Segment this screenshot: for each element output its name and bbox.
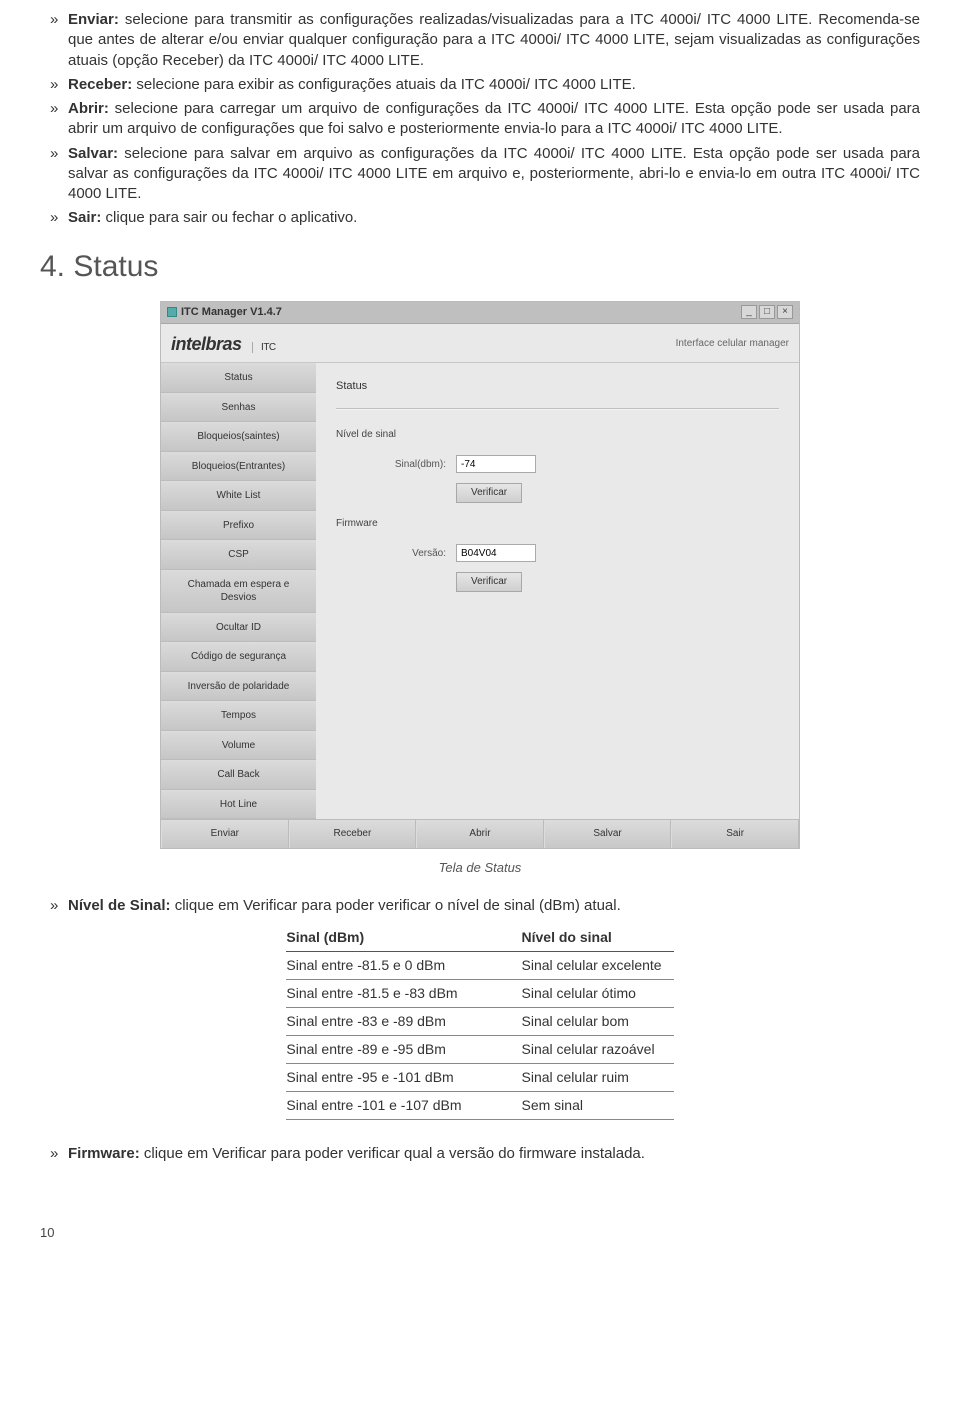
sidebar: Status Senhas Bloqueios(saintes) Bloquei… [161, 363, 316, 819]
list-item: Nível de Sinal: clique em Verificar para… [68, 896, 920, 916]
term: Nível de Sinal: [68, 897, 171, 914]
list-item: Enviar: selecione para transmitir as con… [68, 10, 920, 71]
window-controls: _ □ × [741, 305, 793, 319]
sidebar-item-ocultar-id[interactable]: Ocultar ID [161, 613, 316, 643]
term-text: clique para sair ou fechar o aplicativo. [101, 209, 357, 226]
sidebar-item-status[interactable]: Status [161, 363, 316, 393]
term-text: selecione para exibir as configurações a… [132, 76, 636, 93]
firmware-note: Firmware: clique em Verificar para poder… [68, 1144, 920, 1164]
sidebar-item-senhas[interactable]: Senhas [161, 393, 316, 423]
brand-logo-sub: ITC [252, 342, 276, 353]
cell: Sinal celular excelente [522, 952, 674, 980]
main-panel: Status Nível de sinal Sinal(dbm): Verifi… [316, 363, 799, 819]
app-body: Status Senhas Bloqueios(saintes) Bloquei… [161, 363, 799, 819]
sidebar-item-chamada-desvios[interactable]: Chamada em espera e Desvios [161, 570, 316, 613]
table-row: Sinal entre -83 e -89 dBmSinal celular b… [286, 1008, 673, 1036]
cell: Sinal celular ruim [522, 1063, 674, 1091]
sidebar-item-bloqueios-saintes[interactable]: Bloqueios(saintes) [161, 422, 316, 452]
footer-toolbar: Enviar Receber Abrir Salvar Sair [161, 819, 799, 848]
panel-title: Status [336, 379, 779, 394]
cell: Sinal entre -81.5 e 0 dBm [286, 952, 521, 980]
brand-logo: intelbras ITC [171, 332, 276, 356]
divider [336, 408, 779, 410]
input-sinal[interactable] [456, 455, 536, 473]
list-item: Firmware: clique em Verificar para poder… [68, 1144, 920, 1164]
foot-abrir[interactable]: Abrir [416, 820, 544, 848]
cell: Sem sinal [522, 1091, 674, 1119]
input-versao[interactable] [456, 544, 536, 562]
app-header: intelbras ITC Interface celular manager [161, 324, 799, 363]
table-row: Sinal entre -89 e -95 dBmSinal celular r… [286, 1036, 673, 1064]
page-number: 10 [40, 1224, 920, 1242]
sidebar-item-callback[interactable]: Call Back [161, 760, 316, 790]
app-icon [167, 307, 177, 317]
sidebar-item-tempos[interactable]: Tempos [161, 701, 316, 731]
verify-firmware-button[interactable]: Verificar [456, 572, 522, 592]
verify-sinal-button[interactable]: Verificar [456, 483, 522, 503]
term: Firmware: [68, 1145, 140, 1162]
window-title: ITC Manager V1.4.7 [167, 305, 282, 320]
definition-list: Enviar: selecione para transmitir as con… [68, 10, 920, 229]
cell: Sinal entre -89 e -95 dBm [286, 1036, 521, 1064]
row-versao: Versão: [376, 544, 779, 562]
app-window: ITC Manager V1.4.7 _ □ × intelbras ITC I… [160, 301, 800, 849]
table-row: Sinal entre -81.5 e 0 dBmSinal celular e… [286, 952, 673, 980]
foot-enviar[interactable]: Enviar [161, 820, 289, 848]
label-sinal: Sinal(dbm): [376, 458, 446, 472]
window-title-text: ITC Manager V1.4.7 [181, 305, 282, 320]
term-text: selecione para transmitir as configuraçõ… [68, 11, 920, 69]
label-versao: Versão: [376, 547, 446, 561]
foot-sair[interactable]: Sair [671, 820, 799, 848]
term-text: clique em Verificar para poder verificar… [171, 897, 621, 914]
brand-logo-text: intelbras [171, 334, 242, 354]
row-sinal: Sinal(dbm): [376, 455, 779, 473]
nivel-sinal-note: Nível de Sinal: clique em Verificar para… [68, 896, 920, 916]
foot-salvar[interactable]: Salvar [544, 820, 672, 848]
cell: Sinal entre -95 e -101 dBm [286, 1063, 521, 1091]
list-item: Sair: clique para sair ou fechar o aplic… [68, 208, 920, 228]
titlebar: ITC Manager V1.4.7 _ □ × [161, 302, 799, 324]
sidebar-item-inversao-polaridade[interactable]: Inversão de polaridade [161, 672, 316, 702]
term-text: clique em Verificar para poder verificar… [140, 1145, 645, 1162]
sidebar-item-volume[interactable]: Volume [161, 731, 316, 761]
sidebar-item-hotline[interactable]: Hot Line [161, 790, 316, 820]
foot-receber[interactable]: Receber [289, 820, 417, 848]
header-tagline: Interface celular manager [676, 337, 789, 351]
cell: Sinal entre -83 e -89 dBm [286, 1008, 521, 1036]
term-text: selecione para salvar em arquivo as conf… [68, 145, 920, 203]
minimize-icon[interactable]: _ [741, 305, 757, 319]
term: Salvar: [68, 145, 118, 162]
cell: Sinal celular ótimo [522, 980, 674, 1008]
list-item: Receber: selecione para exibir as config… [68, 75, 920, 95]
sidebar-item-codigo-seguranca[interactable]: Código de segurança [161, 642, 316, 672]
group-nivel-sinal: Nível de sinal [336, 428, 779, 442]
sidebar-item-prefixo[interactable]: Prefixo [161, 511, 316, 541]
signal-table: Sinal (dBm) Nível do sinal Sinal entre -… [286, 924, 673, 1119]
section-heading: 4. Status [40, 247, 920, 288]
cell: Sinal celular bom [522, 1008, 674, 1036]
close-icon[interactable]: × [777, 305, 793, 319]
list-item: Salvar: selecione para salvar em arquivo… [68, 144, 920, 205]
term: Abrir: [68, 100, 109, 117]
th-nivel: Nível do sinal [522, 924, 674, 951]
maximize-icon[interactable]: □ [759, 305, 775, 319]
cell: Sinal celular razoável [522, 1036, 674, 1064]
group-firmware: Firmware [336, 517, 779, 531]
term: Receber: [68, 76, 132, 93]
sidebar-item-csp[interactable]: CSP [161, 540, 316, 570]
sidebar-item-bloqueios-entrantes[interactable]: Bloqueios(Entrantes) [161, 452, 316, 482]
list-item: Abrir: selecione para carregar um arquiv… [68, 99, 920, 140]
table-row: Sinal entre -81.5 e -83 dBmSinal celular… [286, 980, 673, 1008]
term: Sair: [68, 209, 101, 226]
table-row: Sinal entre -101 e -107 dBmSem sinal [286, 1091, 673, 1119]
sidebar-item-whitelist[interactable]: White List [161, 481, 316, 511]
cell: Sinal entre -101 e -107 dBm [286, 1091, 521, 1119]
figure-caption: Tela de Status [40, 859, 920, 877]
term-text: selecione para carregar um arquivo de co… [68, 100, 920, 137]
cell: Sinal entre -81.5 e -83 dBm [286, 980, 521, 1008]
table-header-row: Sinal (dBm) Nível do sinal [286, 924, 673, 951]
term: Enviar: [68, 11, 119, 28]
th-sinal: Sinal (dBm) [286, 924, 521, 951]
table-row: Sinal entre -95 e -101 dBmSinal celular … [286, 1063, 673, 1091]
